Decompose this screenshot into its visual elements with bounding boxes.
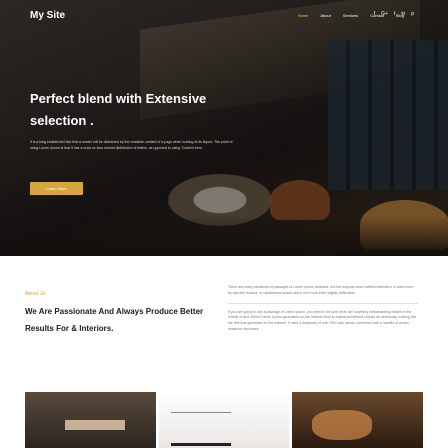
about-paragraph: If you are going to use a passage of Lor… bbox=[228, 309, 417, 331]
twitter-icon[interactable]: t bbox=[394, 11, 395, 17]
about-paragraph: There are many variations of passages of… bbox=[228, 285, 415, 295]
hero-section: My Site Home About Services Contact Blog… bbox=[0, 0, 448, 256]
site-logo[interactable]: My Site bbox=[30, 10, 65, 21]
google-plus-icon[interactable]: G+ bbox=[381, 11, 388, 17]
hero-title: Perfect blend with Extensive selection . bbox=[30, 91, 207, 128]
divider bbox=[228, 302, 418, 304]
learn-more-button[interactable]: Learn More bbox=[30, 182, 83, 195]
nav-item-services[interactable]: Services bbox=[343, 13, 358, 18]
gallery bbox=[25, 392, 424, 448]
social-links: f G+ t in p bbox=[374, 11, 414, 17]
linkedin-icon[interactable]: in bbox=[401, 11, 405, 17]
nav-item-home[interactable]: Home bbox=[298, 13, 309, 18]
about-label: About Us bbox=[25, 291, 46, 297]
hero-text: It is a long established fact that a rea… bbox=[30, 140, 233, 150]
about-heading: We Are Passionate And Always Produce Bet… bbox=[25, 307, 204, 333]
about-text-column: There are many variations of passages of… bbox=[228, 285, 418, 333]
pinterest-icon[interactable]: p bbox=[411, 11, 414, 17]
gallery-image[interactable] bbox=[25, 392, 156, 448]
gallery-image[interactable] bbox=[292, 392, 424, 448]
gallery-image[interactable] bbox=[158, 392, 290, 448]
facebook-icon[interactable]: f bbox=[374, 11, 375, 17]
nav-item-about[interactable]: About bbox=[320, 13, 330, 18]
